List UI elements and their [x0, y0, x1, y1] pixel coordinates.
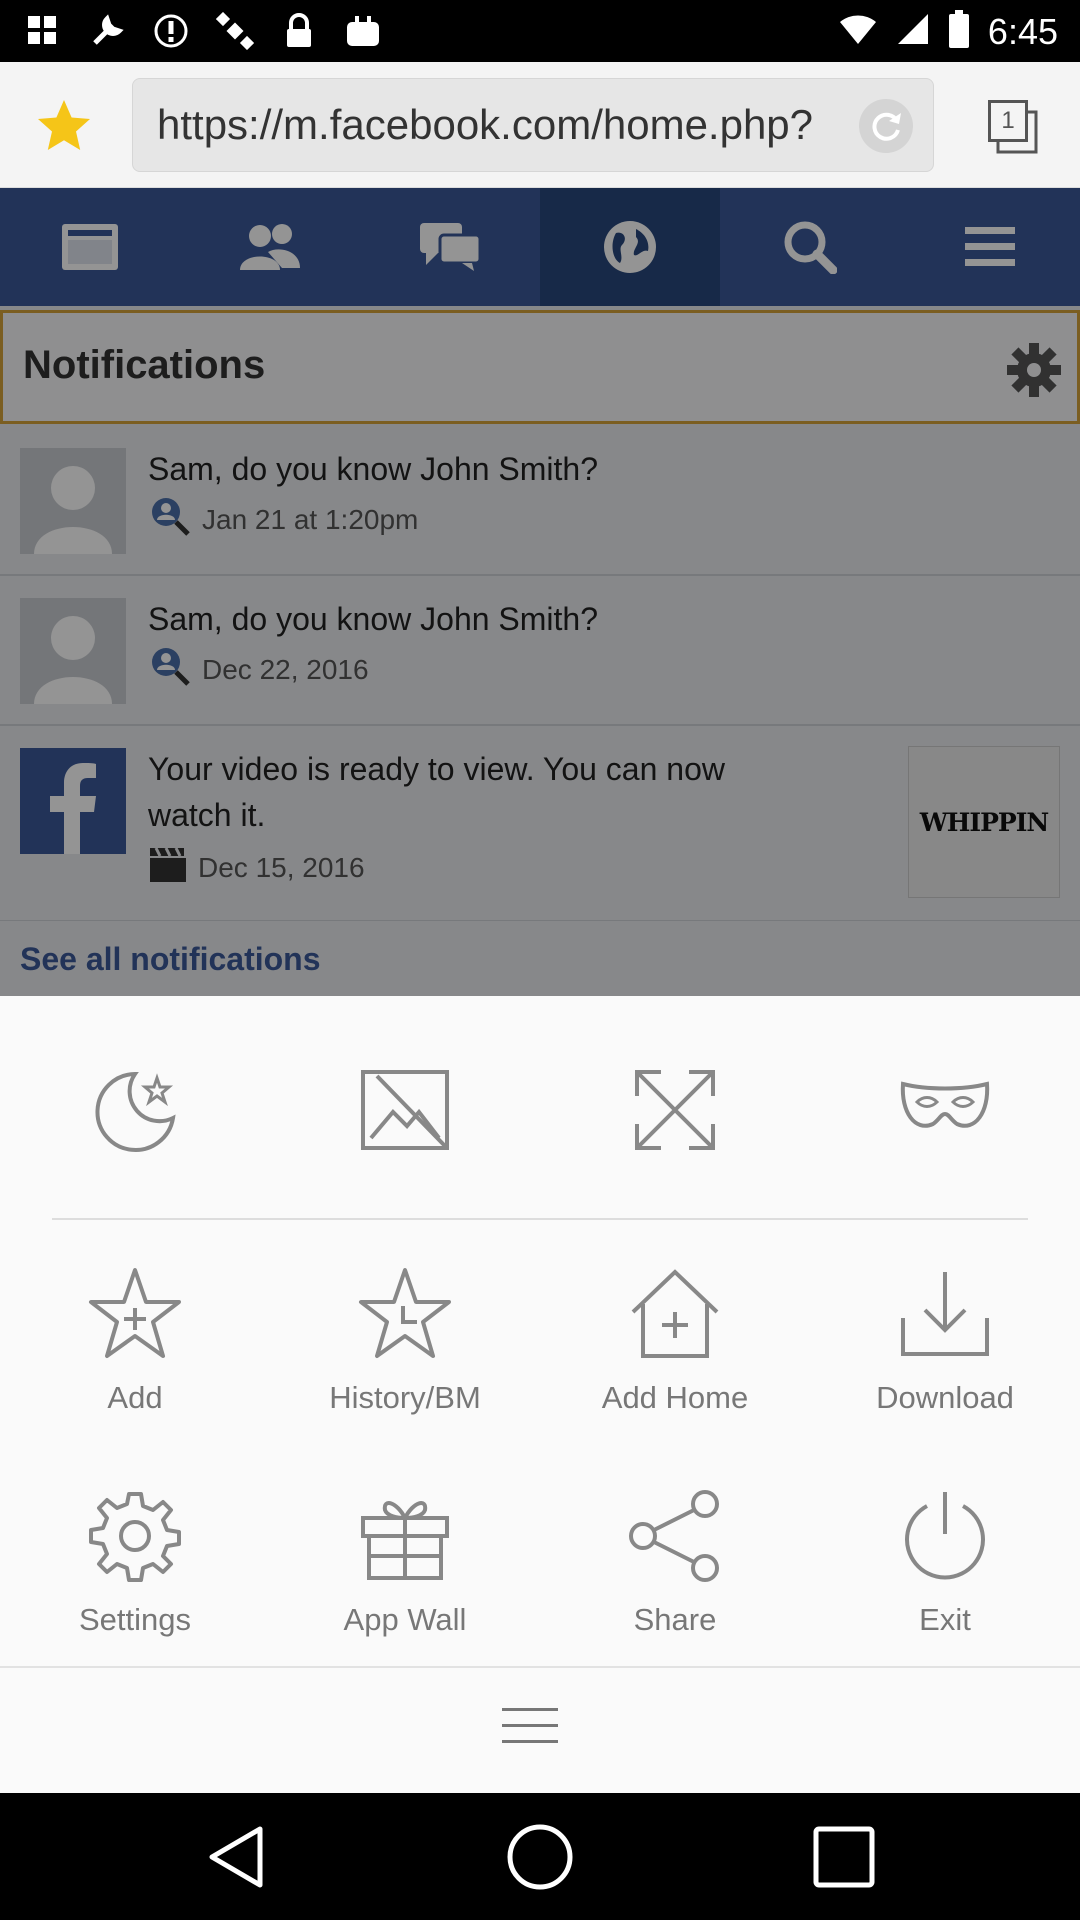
notification-settings-gear-icon[interactable] [1007, 343, 1061, 397]
notification-text-line2: watch it. [148, 797, 266, 833]
clock: 6:45 [987, 10, 1058, 52]
notification-item[interactable]: Sam, do you know John Smith? Jan 21 at 1… [0, 426, 1080, 576]
lock-icon [280, 12, 318, 50]
messages-icon[interactable] [360, 188, 540, 306]
history-bookmarks-button[interactable]: History/BM [270, 1266, 540, 1416]
web-page: Notifications Sam, do you know John Smit… [0, 188, 1080, 996]
menu-label: Exit [919, 1602, 971, 1637]
download-button[interactable]: Download [810, 1266, 1080, 1416]
menu-label: Add Home [601, 1380, 749, 1415]
settings-button[interactable]: Settings [0, 1488, 270, 1638]
add-bookmark-button[interactable]: Add [0, 1266, 270, 1416]
notification-date: Dec 15, 2016 [198, 851, 365, 883]
fullscreen-icon [627, 1062, 723, 1158]
facebook-logo-icon [20, 748, 126, 854]
recents-icon[interactable] [810, 1823, 878, 1891]
search-icon[interactable] [720, 188, 900, 306]
star-add-icon [87, 1266, 183, 1362]
alert-icon [152, 12, 190, 50]
video-thumbnail[interactable]: WHIPPIN [908, 746, 1060, 898]
menu-label: Download [876, 1380, 1014, 1415]
home-add-icon [627, 1266, 723, 1362]
incognito-mask-icon [897, 1062, 993, 1158]
share-icon [627, 1488, 723, 1584]
avatar [20, 448, 126, 554]
browser-menu-sheet: Add History/BM Add Home Download Setting… [0, 996, 1080, 1793]
menu-bottom-divider [0, 1666, 1080, 1668]
menu-label: Share [633, 1602, 717, 1637]
person-search-icon [148, 496, 192, 543]
app-icon [24, 12, 62, 50]
person-search-icon [148, 646, 192, 693]
notification-text: Sam, do you know John Smith? [148, 601, 599, 637]
browser-toolbar: https://m.facebook.com/home.php? 1 [0, 62, 1080, 188]
notifications-header: Notifications [0, 310, 1080, 424]
fullscreen-toggle[interactable] [540, 1062, 810, 1158]
globe-icon[interactable] [540, 188, 720, 306]
menu-icon[interactable] [900, 188, 1080, 306]
app-wall-button[interactable]: App Wall [270, 1488, 540, 1638]
home-icon[interactable] [506, 1823, 574, 1891]
share-button[interactable]: Share [540, 1488, 810, 1638]
system-navigation-bar [0, 1793, 1080, 1920]
see-all-link[interactable]: See all notifications [20, 941, 321, 978]
menu-label: Add [107, 1380, 163, 1415]
notification-item[interactable]: Your video is ready to view. You can now… [0, 726, 1080, 922]
address-bar[interactable]: https://m.facebook.com/home.php? [132, 78, 934, 172]
star-history-icon [357, 1266, 453, 1362]
notifications-title: Notifications [23, 343, 266, 387]
clapper-icon [148, 844, 188, 891]
thumbnail-text: WHIPPIN [919, 807, 1050, 837]
notification-text: Sam, do you know John Smith? [148, 451, 599, 487]
notification-date: Jan 21 at 1:20pm [202, 503, 419, 535]
notification-item[interactable]: Sam, do you know John Smith? Dec 22, 201… [0, 576, 1080, 726]
news-feed-icon[interactable] [0, 188, 180, 306]
bag-icon [344, 12, 382, 50]
menu-label: Settings [78, 1602, 191, 1637]
signal-icon [896, 12, 930, 51]
download-icon [897, 1266, 993, 1362]
menu-label: App Wall [343, 1602, 467, 1637]
satellite-icon [216, 12, 254, 50]
reload-icon[interactable] [857, 97, 915, 155]
avatar [20, 598, 126, 704]
see-all-notifications[interactable]: See all notifications [0, 921, 1080, 996]
night-mode-toggle[interactable] [0, 1062, 270, 1158]
notification-date: Dec 22, 2016 [202, 653, 369, 685]
notification-text-line1: Your video is ready to view. You can now [148, 751, 725, 787]
menu-label: History/BM [329, 1380, 481, 1415]
no-image-icon [357, 1062, 453, 1158]
friends-icon[interactable] [180, 188, 360, 306]
url-text: https://m.facebook.com/home.php? [157, 101, 814, 148]
gift-icon [357, 1488, 453, 1584]
night-mode-icon [87, 1062, 183, 1158]
facebook-nav-bar [0, 188, 1080, 306]
menu-divider [52, 1218, 1028, 1220]
add-home-button[interactable]: Add Home [540, 1266, 810, 1416]
tabs-button[interactable]: 1 [984, 98, 1042, 156]
wifi-icon [838, 12, 878, 51]
exit-button[interactable]: Exit [810, 1488, 1080, 1638]
tab-count-label: 1 [988, 100, 1028, 142]
no-image-toggle[interactable] [270, 1062, 540, 1158]
gear-icon [87, 1488, 183, 1584]
bookmark-star-icon[interactable] [34, 96, 94, 156]
incognito-toggle[interactable] [810, 1062, 1080, 1158]
back-icon[interactable] [204, 1823, 272, 1891]
wrench-icon [88, 12, 126, 50]
collapse-menu-icon[interactable] [500, 1704, 580, 1764]
battery-icon [948, 10, 970, 53]
status-bar: 6:45 [0, 0, 1080, 62]
power-icon [897, 1488, 993, 1584]
